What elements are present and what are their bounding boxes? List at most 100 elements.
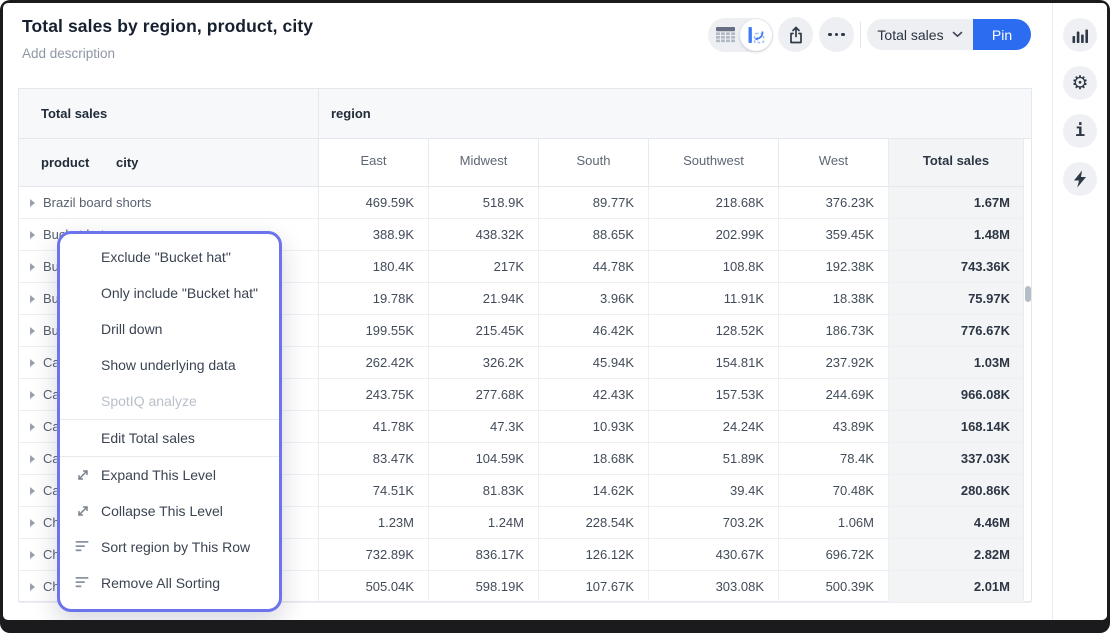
value-cell[interactable]: 41.78K (319, 411, 429, 442)
expand-row-icon[interactable] (30, 231, 35, 239)
value-cell[interactable]: 326.2K (429, 347, 539, 378)
measure-dropdown[interactable]: Total sales (867, 19, 973, 50)
row-label-cell[interactable]: Brazil board shorts (19, 187, 319, 218)
menu-item[interactable]: Only include "Bucket hat" (60, 275, 279, 311)
value-cell[interactable]: 262.42K (319, 347, 429, 378)
value-cell[interactable]: 1.23M (319, 507, 429, 538)
column-header[interactable]: Southwest (649, 139, 779, 186)
value-cell[interactable]: 154.81K (649, 347, 779, 378)
add-description-link[interactable]: Add description (22, 46, 115, 61)
expand-row-icon[interactable] (30, 295, 35, 303)
value-cell[interactable]: 51.89K (649, 443, 779, 474)
menu-item[interactable]: Edit Total sales (60, 420, 279, 456)
value-cell[interactable]: 505.04K (319, 571, 429, 602)
total-value-cell[interactable]: 337.03K (889, 443, 1024, 474)
value-cell[interactable]: 81.83K (429, 475, 539, 506)
expand-row-icon[interactable] (30, 359, 35, 367)
value-cell[interactable]: 388.9K (319, 219, 429, 250)
value-cell[interactable]: 18.38K (779, 283, 889, 314)
menu-item[interactable]: Remove All Sorting (60, 565, 279, 601)
value-cell[interactable]: 128.52K (649, 315, 779, 346)
more-options-button[interactable] (819, 17, 854, 52)
value-cell[interactable]: 469.59K (319, 187, 429, 218)
value-cell[interactable]: 228.54K (539, 507, 649, 538)
value-cell[interactable]: 376.23K (779, 187, 889, 218)
scrollbar-thumb[interactable] (1025, 286, 1031, 302)
value-cell[interactable]: 1.06M (779, 507, 889, 538)
value-cell[interactable]: 3.96K (539, 283, 649, 314)
total-value-cell[interactable]: 1.03M (889, 347, 1024, 378)
expand-row-icon[interactable] (30, 327, 35, 335)
expand-row-icon[interactable] (30, 263, 35, 271)
total-value-cell[interactable]: 966.08K (889, 379, 1024, 410)
details-button[interactable]: i (1063, 114, 1097, 148)
value-cell[interactable]: 215.45K (429, 315, 539, 346)
value-cell[interactable]: 1.24M (429, 507, 539, 538)
value-cell[interactable]: 218.68K (649, 187, 779, 218)
table-view-icon[interactable] (716, 27, 735, 48)
corner-header[interactable]: Total sales (19, 89, 319, 138)
value-cell[interactable]: 78.4K (779, 443, 889, 474)
expand-row-icon[interactable] (30, 423, 35, 431)
menu-item[interactable]: Sort region by This Row (60, 529, 279, 565)
expand-row-icon[interactable] (30, 455, 35, 463)
menu-item[interactable]: Show underlying data (60, 347, 279, 383)
value-cell[interactable]: 430.67K (649, 539, 779, 570)
value-cell[interactable]: 598.19K (429, 571, 539, 602)
value-cell[interactable]: 199.55K (319, 315, 429, 346)
expand-row-icon[interactable] (30, 391, 35, 399)
value-cell[interactable]: 18.68K (539, 443, 649, 474)
value-cell[interactable]: 703.2K (649, 507, 779, 538)
total-value-cell[interactable]: 743.36K (889, 251, 1024, 282)
expand-row-icon[interactable] (30, 519, 35, 527)
value-cell[interactable]: 518.9K (429, 187, 539, 218)
value-cell[interactable]: 237.92K (779, 347, 889, 378)
column-header[interactable]: Midwest (429, 139, 539, 186)
value-cell[interactable]: 202.99K (649, 219, 779, 250)
expand-row-icon[interactable] (30, 551, 35, 559)
value-cell[interactable]: 39.4K (649, 475, 779, 506)
column-group-header[interactable]: region (319, 89, 1031, 138)
value-cell[interactable]: 243.75K (319, 379, 429, 410)
value-cell[interactable]: 244.69K (779, 379, 889, 410)
value-cell[interactable]: 696.72K (779, 539, 889, 570)
value-cell[interactable]: 192.38K (779, 251, 889, 282)
pin-button[interactable]: Pin (973, 19, 1031, 50)
change-visualization-button[interactable] (1063, 18, 1097, 52)
share-button[interactable] (778, 17, 813, 52)
settings-button[interactable]: ⚙ (1063, 66, 1097, 100)
value-cell[interactable]: 43.89K (779, 411, 889, 442)
total-value-cell[interactable]: 4.46M (889, 507, 1024, 538)
menu-item[interactable]: Drill down (60, 311, 279, 347)
value-cell[interactable]: 74.51K (319, 475, 429, 506)
value-cell[interactable]: 83.47K (319, 443, 429, 474)
value-cell[interactable]: 11.91K (649, 283, 779, 314)
menu-item[interactable]: Expand This Level (60, 457, 279, 493)
value-cell[interactable]: 42.43K (539, 379, 649, 410)
value-cell[interactable]: 21.94K (429, 283, 539, 314)
value-cell[interactable]: 108.8K (649, 251, 779, 282)
spotiq-button[interactable] (1063, 162, 1097, 196)
value-cell[interactable]: 186.73K (779, 315, 889, 346)
value-cell[interactable]: 14.62K (539, 475, 649, 506)
total-value-cell[interactable]: 168.14K (889, 411, 1024, 442)
value-cell[interactable]: 217K (429, 251, 539, 282)
value-cell[interactable]: 10.93K (539, 411, 649, 442)
value-cell[interactable]: 70.48K (779, 475, 889, 506)
column-header[interactable]: East (319, 139, 429, 186)
column-header[interactable]: West (779, 139, 889, 186)
value-cell[interactable]: 19.78K (319, 283, 429, 314)
value-cell[interactable]: 180.4K (319, 251, 429, 282)
product-header[interactable]: product (41, 155, 89, 170)
column-header[interactable]: South (539, 139, 649, 186)
value-cell[interactable]: 47.3K (429, 411, 539, 442)
city-header[interactable]: city (116, 155, 138, 170)
value-cell[interactable]: 88.65K (539, 219, 649, 250)
total-value-cell[interactable]: 2.82M (889, 539, 1024, 570)
expand-row-icon[interactable] (30, 199, 35, 207)
value-cell[interactable]: 500.39K (779, 571, 889, 602)
value-cell[interactable]: 45.94K (539, 347, 649, 378)
total-value-cell[interactable]: 2.01M (889, 571, 1024, 602)
total-value-cell[interactable]: 1.48M (889, 219, 1024, 250)
total-value-cell[interactable]: 280.86K (889, 475, 1024, 506)
